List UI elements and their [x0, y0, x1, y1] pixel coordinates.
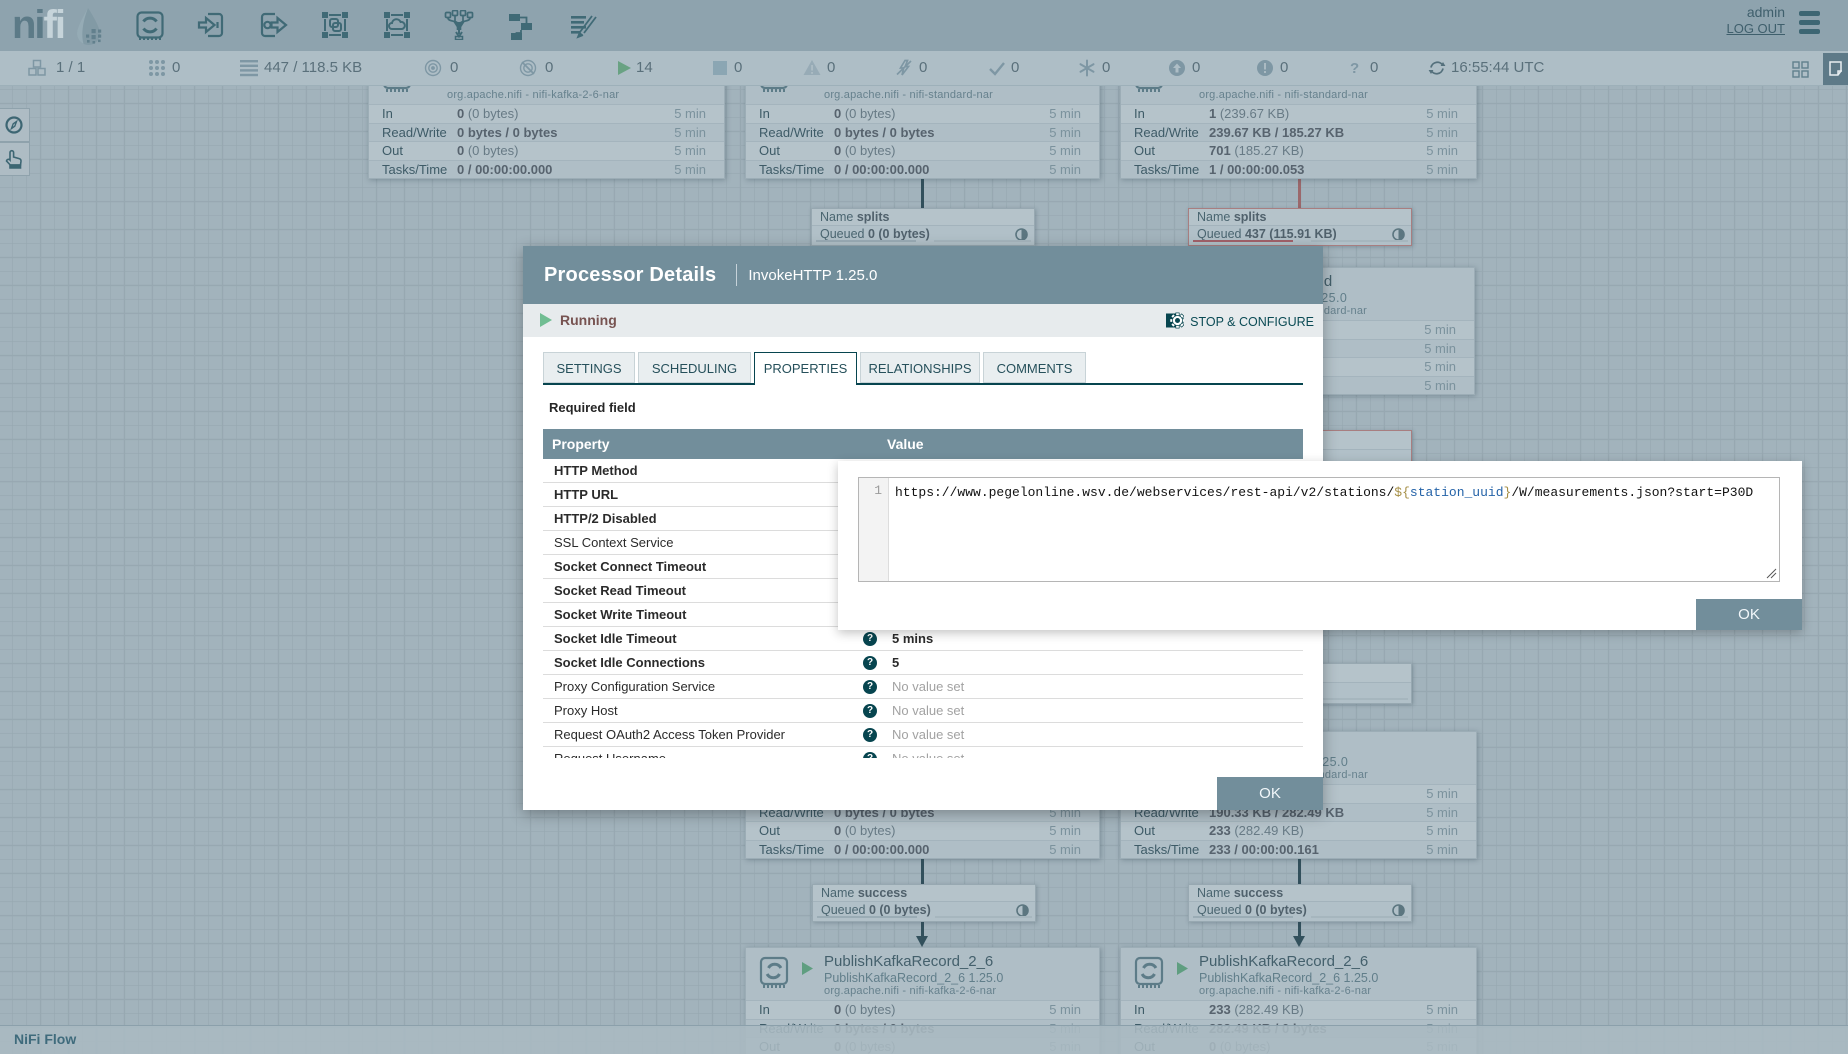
svg-text:?: ?	[1350, 60, 1359, 77]
